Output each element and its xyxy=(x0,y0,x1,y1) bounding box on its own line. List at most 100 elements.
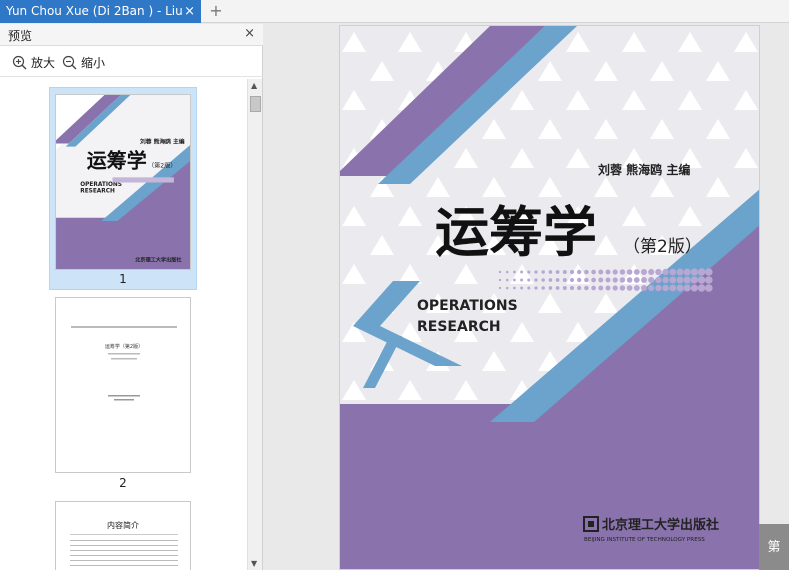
zoom-out-button[interactable]: 缩小 xyxy=(62,54,105,71)
document-tab[interactable]: Yun Chou Xue (Di 2Ban ) - Liu × xyxy=(0,0,201,23)
decorative-dot xyxy=(655,284,662,292)
cover-publisher-en: BEIJING INSTITUTE OF TECHNOLOGY PRESS xyxy=(584,537,705,543)
decorative-dot xyxy=(612,285,618,291)
decorative-dot xyxy=(520,286,524,290)
tab-close-icon[interactable]: × xyxy=(184,0,195,23)
decorative-dot xyxy=(669,284,677,292)
page-number-2: 2 xyxy=(119,476,127,490)
decorative-dot xyxy=(676,276,684,284)
decorative-dot xyxy=(527,286,531,290)
decorative-dot xyxy=(705,268,713,276)
decorative-dot xyxy=(648,284,655,292)
decorative-dot xyxy=(569,277,575,283)
page-cover: 刘蓉 熊海鸥 主编 运筹学 （第2版） OPERATIONS RESEARCH … xyxy=(339,25,760,570)
scrollbar-thumb[interactable] xyxy=(250,96,261,112)
decorative-dot xyxy=(584,285,589,291)
decorative-dot xyxy=(548,270,553,274)
decorative-dot xyxy=(633,269,640,275)
tab-title: Yun Chou Xue (Di 2Ban ) - Liu xyxy=(6,4,182,18)
decorative-dot xyxy=(619,277,626,283)
thumb-en-title-1: OPERATIONS xyxy=(80,182,122,188)
decorative-dot xyxy=(534,286,538,290)
page2-title: 运筹学（第2版） xyxy=(105,343,143,350)
decorative-dot xyxy=(548,286,553,290)
decorative-dot xyxy=(641,285,647,291)
decorative-dot xyxy=(705,284,713,292)
decorative-dot xyxy=(697,276,706,284)
decorative-dot xyxy=(626,269,633,275)
decorative-dot xyxy=(584,269,589,275)
decorative-dot xyxy=(626,277,633,283)
decorative-dot xyxy=(555,270,560,274)
sidebar-close-icon[interactable]: × xyxy=(244,26,255,41)
decorative-dot xyxy=(612,277,618,283)
zoom-in-label: 放大 xyxy=(31,56,56,70)
cover-artwork: 刘蓉 熊海鸥 主编 运筹学 （第2版） OPERATIONS RESEARCH … xyxy=(340,26,759,569)
decorative-dot xyxy=(705,276,713,284)
decorative-dot xyxy=(513,278,516,282)
page-navigation-button[interactable]: 第 xyxy=(759,524,789,570)
decorative-dot xyxy=(662,284,669,292)
thumbnail-page-3[interactable]: 内容简介 xyxy=(55,501,191,570)
cover-edition: （第2版） xyxy=(623,237,702,257)
decorative-dot xyxy=(498,278,502,282)
decorative-dot xyxy=(690,268,699,276)
thumbnail-cover-art: 刘蓉 熊海鸥 主编 运筹学 （第2版） OPERATIONS RESEARCH … xyxy=(56,95,190,269)
decorative-dot xyxy=(605,277,611,283)
decorative-dot xyxy=(577,269,582,275)
decorative-dot xyxy=(683,268,691,276)
decorative-dot xyxy=(697,284,706,292)
zoom-toolbar: 放大 缩小 xyxy=(0,47,263,77)
decorative-dot xyxy=(633,285,640,291)
decorative-dot xyxy=(555,286,560,290)
thumbnail-page-2-art: 运筹学（第2版） xyxy=(71,326,177,401)
tab-bar: Yun Chou Xue (Di 2Ban ) - Liu × + xyxy=(0,0,789,23)
zoom-in-icon xyxy=(12,55,27,70)
decorative-dot xyxy=(520,278,524,282)
decorative-dot xyxy=(513,270,516,274)
decorative-dot xyxy=(612,269,618,275)
decorative-dot xyxy=(697,268,706,276)
new-tab-button[interactable]: + xyxy=(207,0,225,23)
decorative-dot xyxy=(541,270,545,274)
decorative-dot xyxy=(605,285,611,291)
cover-title: 运筹学 xyxy=(435,201,597,264)
decorative-dot xyxy=(534,270,538,274)
decorative-dot xyxy=(562,285,567,291)
decorative-dot xyxy=(534,278,538,282)
decorative-dot xyxy=(548,278,553,282)
decorative-dot xyxy=(626,285,633,291)
decorative-dot xyxy=(520,270,524,274)
sidebar-header: 预览 × xyxy=(0,24,263,46)
decorative-dot xyxy=(669,268,677,276)
decorative-dot xyxy=(641,269,647,275)
thumb-title: 运筹学 xyxy=(87,149,147,173)
scroll-up-icon[interactable]: ▲ xyxy=(251,81,257,90)
thumbnail-page-2[interactable]: 运筹学（第2版） xyxy=(55,297,191,473)
decorative-dot xyxy=(690,284,699,292)
zoom-in-button[interactable]: 放大 xyxy=(12,54,55,71)
thumb-en-title-2: RESEARCH xyxy=(80,189,115,195)
preview-sidebar: 预览 × 放大 缩小 刘蓉 熊海鸥 主编 运筹学 （第2版） OPERATION… xyxy=(0,24,263,570)
decorative-dot xyxy=(541,286,545,290)
scroll-down-icon[interactable]: ▼ xyxy=(251,559,257,568)
cover-en-title-2: RESEARCH xyxy=(417,319,501,335)
decorative-dot xyxy=(683,284,691,292)
decorative-dot xyxy=(569,269,575,275)
decorative-dot xyxy=(498,270,502,274)
decorative-dot xyxy=(505,278,509,282)
decorative-dot xyxy=(676,284,684,292)
decorative-dot xyxy=(598,277,604,283)
zoom-out-label: 缩小 xyxy=(81,56,106,70)
decorative-dot xyxy=(633,277,640,283)
decorative-dot xyxy=(527,278,531,282)
decorative-dot xyxy=(690,276,699,284)
decorative-dot xyxy=(683,276,691,284)
decorative-dot xyxy=(591,277,596,283)
decorative-dot xyxy=(662,276,669,284)
thumbnail-scrollbar[interactable]: ▲ ▼ xyxy=(247,79,262,570)
zoom-out-icon xyxy=(62,55,77,70)
thumbnail-cover-image: 刘蓉 熊海鸥 主编 运筹学 （第2版） OPERATIONS RESEARCH … xyxy=(55,94,191,270)
page-number-1: 1 xyxy=(119,272,127,286)
decorative-dot xyxy=(577,277,582,283)
